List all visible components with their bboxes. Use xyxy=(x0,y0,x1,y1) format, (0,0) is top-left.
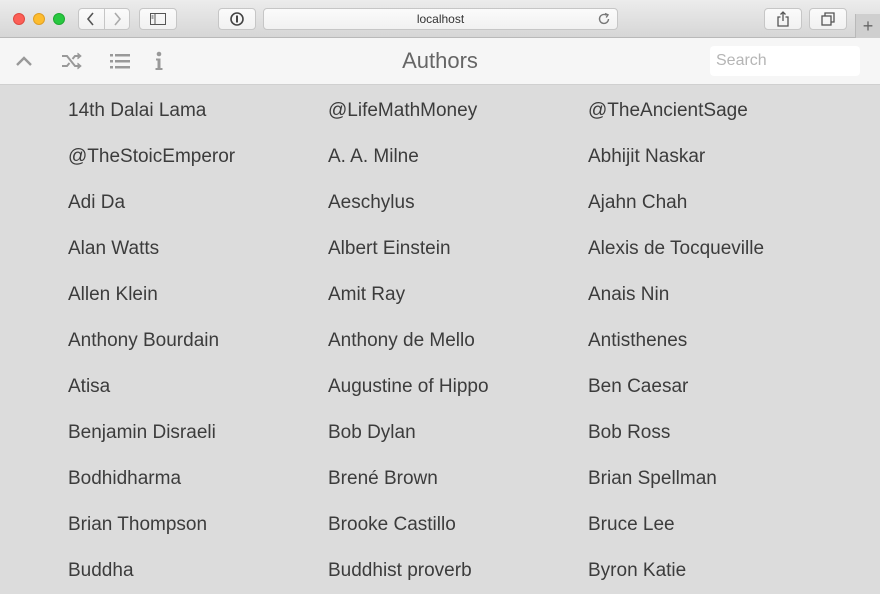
minimize-window-button[interactable] xyxy=(33,13,45,25)
list-view-button[interactable] xyxy=(108,49,132,73)
author-item[interactable]: 14th Dalai Lama xyxy=(68,88,328,134)
author-item[interactable]: Bob Dylan xyxy=(328,410,588,456)
close-window-button[interactable] xyxy=(13,13,25,25)
author-item[interactable]: Buddhist proverb xyxy=(328,548,588,594)
author-item[interactable]: Anthony Bourdain xyxy=(68,318,328,364)
plus-icon: + xyxy=(862,15,874,36)
author-item[interactable]: Bruce Lee xyxy=(588,502,848,548)
tabs-icon xyxy=(821,12,835,26)
author-item[interactable]: @LifeMathMoney xyxy=(328,88,588,134)
author-item[interactable]: Brooke Castillo xyxy=(328,502,588,548)
info-icon xyxy=(155,51,163,70)
zoom-window-button[interactable] xyxy=(53,13,65,25)
author-item[interactable]: Allen Klein xyxy=(68,272,328,318)
list-icon xyxy=(110,54,130,69)
url-text: localhost xyxy=(416,12,465,26)
author-item[interactable]: A. A. Milne xyxy=(328,134,588,180)
author-item[interactable]: Atisa xyxy=(68,364,328,410)
history-nav-group xyxy=(78,8,130,30)
address-bar[interactable]: localhost xyxy=(263,8,618,30)
shuffle-icon xyxy=(62,52,82,70)
author-item[interactable]: Byron Katie xyxy=(588,548,848,594)
chevron-right-icon xyxy=(114,12,121,26)
author-item[interactable]: Adi Da xyxy=(68,180,328,226)
browser-chrome: localhost + xyxy=(0,0,880,38)
author-item[interactable]: Ajahn Chah xyxy=(588,180,848,226)
author-item[interactable]: Abhijit Naskar xyxy=(588,134,848,180)
author-item[interactable]: Antisthenes xyxy=(588,318,848,364)
author-item[interactable]: Augustine of Hippo xyxy=(328,364,588,410)
tab-overview-button[interactable] xyxy=(809,8,847,30)
author-item[interactable]: Amit Ray xyxy=(328,272,588,318)
author-item[interactable]: Brené Brown xyxy=(328,456,588,502)
author-item[interactable]: Bodhidharma xyxy=(68,456,328,502)
back-button[interactable] xyxy=(79,9,104,29)
password-manager-button[interactable] xyxy=(218,8,256,30)
forward-button[interactable] xyxy=(103,9,130,29)
author-item[interactable]: @TheAncientSage xyxy=(588,88,848,134)
author-item[interactable]: Brian Spellman xyxy=(588,456,848,502)
new-tab-button[interactable]: + xyxy=(855,14,880,38)
author-item[interactable]: Ben Caesar xyxy=(588,364,848,410)
sidebar-icon xyxy=(150,13,166,25)
author-item[interactable]: Bob Ross xyxy=(588,410,848,456)
author-item[interactable]: @TheStoicEmperor xyxy=(68,134,328,180)
keyhole-icon xyxy=(230,12,244,26)
chevron-left-icon xyxy=(87,12,94,26)
page-title: Authors xyxy=(402,48,478,73)
author-item[interactable]: Benjamin Disraeli xyxy=(68,410,328,456)
search-input[interactable] xyxy=(710,46,860,76)
author-item[interactable]: Brian Thompson xyxy=(68,502,328,548)
author-item[interactable]: Aeschylus xyxy=(328,180,588,226)
author-item[interactable]: Anthony de Mello xyxy=(328,318,588,364)
sidebar-toggle-button[interactable] xyxy=(139,8,177,30)
share-button[interactable] xyxy=(764,8,802,30)
author-item[interactable]: Buddha xyxy=(68,548,328,594)
author-item[interactable]: Alexis de Tocqueville xyxy=(588,226,848,272)
chevron-up-icon xyxy=(16,56,32,66)
scroll-top-button[interactable] xyxy=(12,49,36,73)
reload-icon[interactable] xyxy=(597,12,611,26)
info-button[interactable] xyxy=(147,49,171,73)
app-toolbar: Authors xyxy=(0,38,880,85)
shuffle-button[interactable] xyxy=(60,49,84,73)
author-item[interactable]: Anais Nin xyxy=(588,272,848,318)
author-item[interactable]: Albert Einstein xyxy=(328,226,588,272)
author-item[interactable]: Alan Watts xyxy=(68,226,328,272)
authors-grid: 14th Dalai Lama @LifeMathMoney @TheAncie… xyxy=(68,88,868,594)
share-icon xyxy=(777,11,789,27)
